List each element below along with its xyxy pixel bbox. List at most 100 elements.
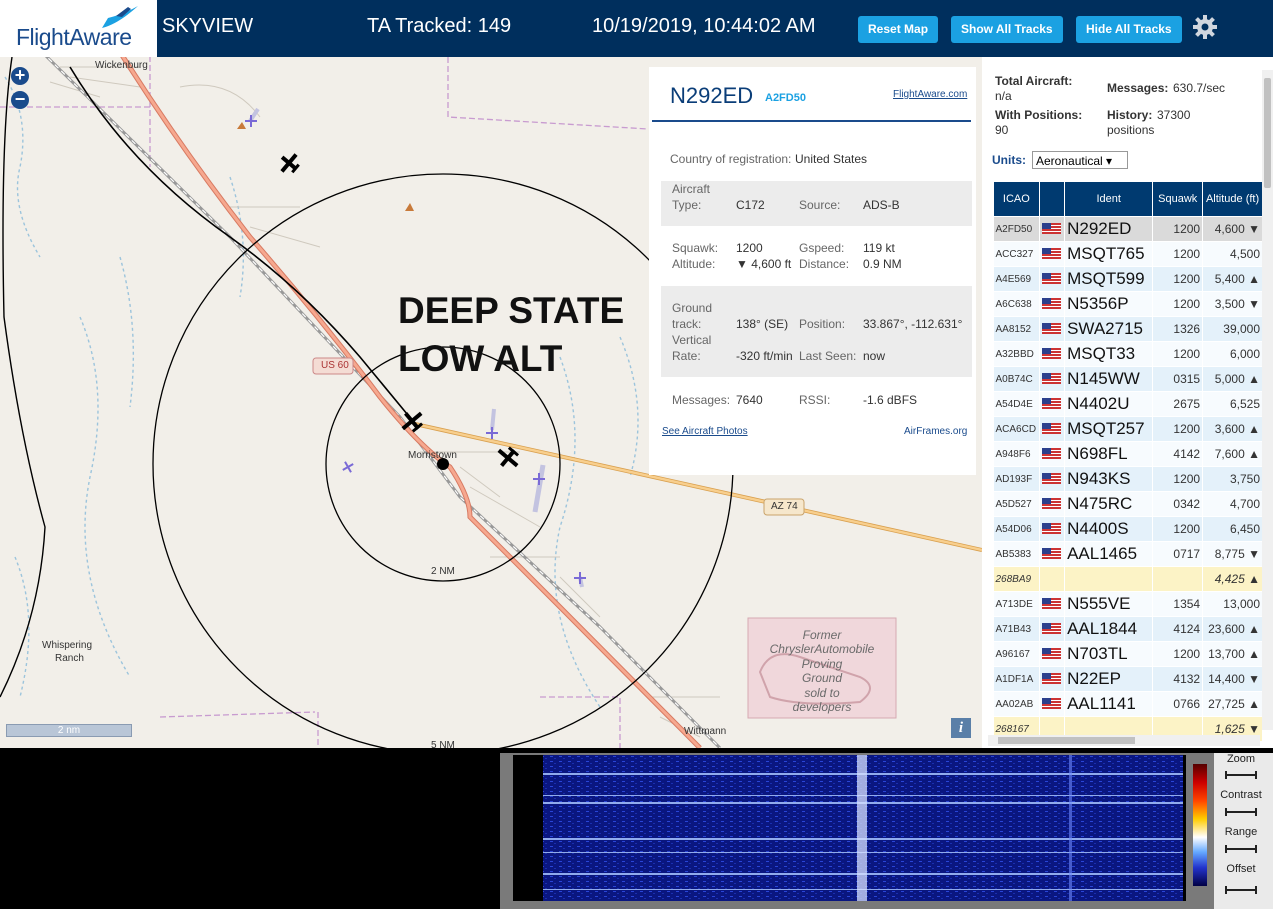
table-row[interactable]: A32BBD MSQT33 1200 6,000 xyxy=(993,341,1263,367)
table-row[interactable]: A948F6 N698FL 4142 7,600 ▲ xyxy=(993,441,1263,467)
rssi-value: -1.6 dBFS xyxy=(863,393,918,407)
cell-ident: N292ED xyxy=(1064,216,1154,242)
contrast-slider[interactable] xyxy=(1225,808,1257,816)
cell-squawk: 1200 xyxy=(1152,216,1204,242)
cell-icao: A54D4E xyxy=(993,391,1040,417)
cell-squawk: 0766 xyxy=(1152,691,1204,717)
current-datetime: 10/19/2019, 10:44:02 AM xyxy=(592,15,816,37)
detail-band-2 xyxy=(661,286,972,377)
gear-icon[interactable] xyxy=(1192,14,1218,40)
flightaware-link[interactable]: FlightAware.com xyxy=(893,89,967,100)
cell-squawk: 1200 xyxy=(1152,641,1204,667)
cell-altitude: 6,450 xyxy=(1202,516,1263,542)
flightaware-logo[interactable]: FlightAware xyxy=(0,0,157,57)
vertical-rate-label-2: Rate: xyxy=(672,349,701,363)
cell-squawk: 1200 xyxy=(1152,516,1204,542)
table-row[interactable]: A54D4E N4402U 2675 6,525 xyxy=(993,391,1263,417)
cell-flag xyxy=(1039,566,1066,592)
cell-altitude: 3,600 ▲ xyxy=(1202,416,1263,442)
cell-flag xyxy=(1039,366,1066,392)
col-squawk[interactable]: Squawk xyxy=(1152,181,1204,217)
cell-flag xyxy=(1039,416,1066,442)
us-flag-icon xyxy=(1041,273,1061,285)
cell-squawk: 1200 xyxy=(1152,416,1204,442)
table-row[interactable]: AA8152 SWA2715 1326 39,000 xyxy=(993,316,1263,342)
cell-icao: 268BA9 xyxy=(993,566,1040,592)
col-altitude[interactable]: Altitude (ft) xyxy=(1202,181,1263,217)
logo-text: FlightAware xyxy=(16,24,132,50)
table-row[interactable]: ACA6CD MSQT257 1200 3,600 ▲ xyxy=(993,416,1263,442)
cell-ident: MSQT599 xyxy=(1064,266,1154,292)
cell-altitude: 13,000 xyxy=(1202,591,1263,617)
with-positions-value: 90 xyxy=(995,123,1009,137)
table-row[interactable]: AB5383 AAL1465 0717 8,775 ▼ xyxy=(993,541,1263,567)
cell-squawk: 1200 xyxy=(1152,466,1204,492)
source-value: ADS-B xyxy=(863,198,900,212)
range-slider[interactable] xyxy=(1225,845,1257,853)
zoom-out-button[interactable]: − xyxy=(11,90,29,109)
airframes-link[interactable]: AirFrames.org xyxy=(904,426,967,437)
col-flag[interactable] xyxy=(1038,181,1066,217)
reset-map-button[interactable]: Reset Map xyxy=(858,16,939,43)
aircraft-photos-link[interactable]: See Aircraft Photos xyxy=(662,426,748,437)
col-ident[interactable]: Ident xyxy=(1064,181,1154,217)
table-row[interactable]: A713DE N555VE 1354 13,000 xyxy=(993,591,1263,617)
ground-track-value: 138° (SE) xyxy=(736,317,789,331)
country-label: Country of registration: xyxy=(670,152,792,166)
table-row[interactable]: A71B43 AAL1844 4124 23,600 ▲ xyxy=(993,616,1263,642)
last-seen-value: now xyxy=(863,349,886,363)
app-title: SKYVIEW xyxy=(162,15,254,37)
zoom-slider[interactable] xyxy=(1225,771,1257,779)
cell-flag xyxy=(1039,691,1066,717)
hide-all-tracks-button[interactable]: Hide All Tracks xyxy=(1076,16,1182,43)
cell-squawk: 0315 xyxy=(1152,366,1204,392)
cell-ident xyxy=(1064,566,1154,592)
col-icao[interactable]: ICAO xyxy=(993,181,1040,217)
table-row[interactable]: A1DF1A N22EP 4132 14,400 ▼ xyxy=(993,666,1263,692)
table-row[interactable]: AD193F N943KS 1200 3,750 xyxy=(993,466,1263,492)
vertical-rate-value: -320 ft/min xyxy=(736,349,793,363)
messages-label: Messages: xyxy=(672,393,731,407)
contrast-control-label: Contrast xyxy=(1220,789,1262,801)
map-info-button[interactable]: i xyxy=(951,718,971,738)
waterfall-display xyxy=(513,755,1186,901)
total-aircraft-label: Total Aircraft: xyxy=(995,74,1073,88)
vertical-scroll-thumb[interactable] xyxy=(1264,78,1271,188)
table-row[interactable]: A5D527 N475RC 0342 4,700 xyxy=(993,491,1263,517)
ground-track-label-1: Ground xyxy=(672,301,713,315)
table-row[interactable]: AA02AB AAL1141 0766 27,725 ▲ xyxy=(993,691,1263,717)
table-row[interactable]: A0B74C N145WW 0315 5,000 ▲ xyxy=(993,366,1263,392)
horizontal-scroll-thumb[interactable] xyxy=(998,737,1135,744)
aircraft-table-body: A2FD50 N292ED 1200 4,600 ▼ ACC327 MSQT765 1200… xyxy=(993,216,1263,742)
tracked-count: TA Tracked: 149 xyxy=(367,15,512,37)
table-row[interactable]: ACC327 MSQT765 1200 4,500 xyxy=(993,241,1263,267)
cell-altitude: 7,600 ▲ xyxy=(1202,441,1263,467)
cell-altitude: 3,500 ▼ xyxy=(1202,291,1263,317)
label-whispering: Whispering xyxy=(42,640,93,651)
cell-squawk: 1200 xyxy=(1152,241,1204,267)
top-header: FlightAware SKYVIEW TA Tracked: 149 10/1… xyxy=(0,0,1273,57)
altitude-value: ▼ 4,600 ft xyxy=(736,257,792,271)
table-row[interactable]: A96167 N703TL 1200 13,700 ▲ xyxy=(993,641,1263,667)
gspeed-label: Gspeed: xyxy=(799,241,845,255)
cell-ident: N943KS xyxy=(1064,466,1154,492)
show-all-tracks-button[interactable]: Show All Tracks xyxy=(951,16,1063,43)
table-row[interactable]: A54D06 N4400S 1200 6,450 xyxy=(993,516,1263,542)
us-flag-icon xyxy=(1041,323,1061,335)
zoom-in-button[interactable]: + xyxy=(11,66,29,85)
table-row[interactable]: A6C638 N5356P 1200 3,500 ▼ xyxy=(993,291,1263,317)
units-select[interactable]: Aeronautical ▾ xyxy=(1032,151,1128,169)
us-flag-icon xyxy=(1041,598,1061,610)
cell-icao: A6C638 xyxy=(993,291,1040,317)
cell-flag xyxy=(1039,641,1066,667)
us-flag-icon xyxy=(1041,348,1061,360)
cell-squawk: 1200 xyxy=(1152,291,1204,317)
table-row[interactable]: A4E569 MSQT599 1200 5,400 ▲ xyxy=(993,266,1263,292)
gspeed-value: 119 kt xyxy=(863,241,895,255)
offset-slider[interactable] xyxy=(1225,886,1257,894)
cell-icao: ACA6CD xyxy=(993,416,1040,442)
rssi-label: RSSI: xyxy=(799,393,831,407)
table-row[interactable]: A2FD50 N292ED 1200 4,600 ▼ xyxy=(993,216,1263,242)
table-row[interactable]: 268BA9 4,425 ▲ xyxy=(993,566,1263,592)
cell-squawk: 1200 xyxy=(1152,266,1204,292)
